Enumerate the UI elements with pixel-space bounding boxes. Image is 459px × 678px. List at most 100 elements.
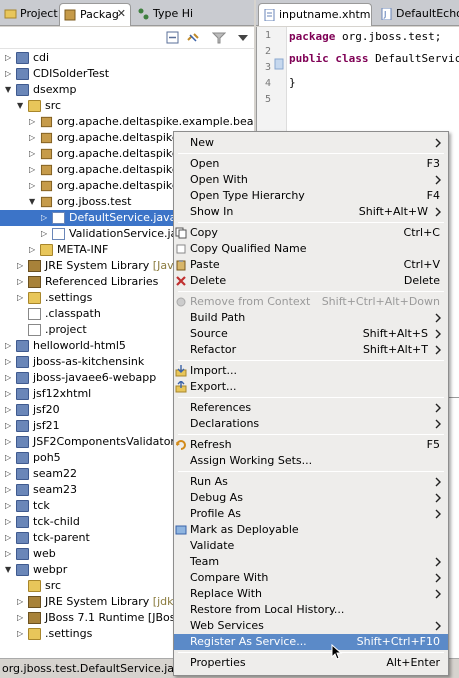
collapsed-twisty-icon[interactable]: ▷ [5, 421, 13, 431]
menu-item-profile-as[interactable]: Profile As [174, 506, 448, 522]
collapsed-twisty-icon[interactable]: ▷ [5, 389, 13, 399]
collapsed-twisty-icon[interactable]: ▷ [29, 149, 37, 159]
collapsed-twisty-icon[interactable]: ▷ [5, 533, 13, 543]
collapsed-twisty-icon[interactable]: ▷ [5, 453, 13, 463]
menu-item-shortcut: F4 [426, 189, 440, 202]
menu-item-replace-with[interactable]: Replace With [174, 586, 448, 602]
menu-item-import[interactable]: Import... [174, 363, 448, 379]
collapsed-twisty-icon[interactable]: ▷ [5, 357, 13, 367]
menu-item-show-in[interactable]: Show In Shift+Alt+W [174, 204, 448, 220]
menu-item-references[interactable]: References [174, 400, 448, 416]
project-icon [16, 340, 29, 352]
collapsed-twisty-icon[interactable]: ▷ [29, 133, 37, 143]
collapsed-twisty-icon[interactable]: ▷ [5, 373, 13, 383]
tree-item[interactable]: ▼ src [0, 98, 254, 114]
menu-item-web-services[interactable]: Web Services [174, 618, 448, 634]
tab-inputname-xhtml[interactable]: inputname.xhtml [258, 3, 372, 26]
tree-item-label: poh5 [33, 451, 61, 464]
menu-item-properties[interactable]: Properties Alt+Enter [174, 655, 448, 671]
tree-item-label: .classpath [45, 307, 101, 320]
collapsed-twisty-icon[interactable]: ▷ [41, 213, 49, 223]
collapsed-twisty-icon[interactable]: ▷ [5, 341, 13, 351]
menu-item-validate[interactable]: Validate [174, 538, 448, 554]
collapsed-twisty-icon[interactable]: ▷ [17, 261, 25, 271]
menu-item-restore-from-local-history[interactable]: Restore from Local History... [174, 602, 448, 618]
collapsed-twisty-icon[interactable]: ▷ [5, 485, 13, 495]
menu-item-delete[interactable]: Delete Delete [174, 273, 448, 289]
tree-item[interactable]: ▷ CDISolderTest [0, 66, 254, 82]
menu-item-team[interactable]: Team [174, 554, 448, 570]
menu-item-open-with[interactable]: Open With [174, 172, 448, 188]
menu-item-label: Validate [190, 539, 235, 552]
collapsed-twisty-icon[interactable]: ▷ [5, 517, 13, 527]
menu-item-refactor[interactable]: Refactor Shift+Alt+T [174, 342, 448, 358]
expanded-twisty-icon[interactable]: ▼ [5, 85, 13, 95]
xhtml-file-icon [263, 8, 276, 22]
collapsed-twisty-icon[interactable]: ▷ [29, 181, 37, 191]
menu-item-declarations[interactable]: Declarations [174, 416, 448, 432]
collapsed-twisty-icon[interactable]: ▷ [5, 501, 13, 511]
package-icon [40, 132, 53, 144]
expanded-twisty-icon[interactable]: ▼ [17, 101, 25, 111]
tree-item[interactable]: ▷ cdi [0, 50, 254, 66]
filter-icon[interactable] [211, 31, 227, 44]
collapse-all-icon[interactable] [166, 31, 180, 44]
menu-item-refresh[interactable]: Refresh F5 [174, 437, 448, 453]
expanded-twisty-icon[interactable]: ▼ [29, 197, 37, 207]
collapsed-twisty-icon[interactable]: ▷ [29, 165, 37, 175]
menu-item-source[interactable]: Source Shift+Alt+S [174, 326, 448, 342]
tab-type-hierarchy[interactable]: Type Hi [133, 3, 193, 26]
package-explorer-toolbar [0, 27, 254, 49]
menu-item-label: Refresh [190, 438, 232, 451]
menu-item-label: Mark as Deployable [190, 523, 299, 536]
menu-item-open-type-hierarchy[interactable]: Open Type Hierarchy F4 [174, 188, 448, 204]
project-icon [16, 532, 29, 544]
menu-item-paste[interactable]: Paste Ctrl+V [174, 257, 448, 273]
code-line-3: public class DefaultService i [289, 52, 459, 65]
line-number: 4 [264, 78, 271, 89]
link-with-editor-icon[interactable] [186, 31, 200, 44]
collapsed-twisty-icon[interactable]: ▷ [17, 629, 25, 639]
collapsed-twisty-icon[interactable]: ▷ [17, 293, 25, 303]
tab-default-echo-service[interactable]: J DefaultEchoSe [376, 3, 459, 26]
menu-item-compare-with[interactable]: Compare With [174, 570, 448, 586]
menu-item-debug-as[interactable]: Debug As [174, 490, 448, 506]
collapsed-twisty-icon[interactable]: ▷ [5, 405, 13, 415]
code-text: DefaultService i [375, 52, 459, 65]
menu-item-copy[interactable]: Copy Ctrl+C [174, 225, 448, 241]
menu-item-copy-qualified-name[interactable]: Copy Qualified Name [174, 241, 448, 257]
collapsed-twisty-icon[interactable]: ▷ [5, 437, 13, 447]
collapsed-twisty-icon[interactable]: ▷ [5, 469, 13, 479]
menu-item-new[interactable]: New [174, 135, 448, 151]
collapsed-twisty-icon[interactable]: ▷ [17, 597, 25, 607]
menu-item-open[interactable]: Open F3 [174, 156, 448, 172]
menu-item-mark-as-deployable[interactable]: Mark as Deployable [174, 522, 448, 538]
expanded-twisty-icon[interactable]: ▼ [5, 565, 13, 575]
menu-item-export[interactable]: Export... [174, 379, 448, 395]
tab-package-explorer[interactable]: Packag ✕ [59, 3, 131, 26]
collapsed-twisty-icon[interactable]: ▷ [41, 229, 49, 239]
collapsed-twisty-icon[interactable]: ▷ [5, 69, 13, 79]
collapsed-twisty-icon[interactable]: ▷ [29, 117, 37, 127]
tree-item[interactable]: ▼ dsexmp [0, 82, 254, 98]
menu-item-label: Delete [190, 274, 227, 287]
menu-item-register-as-service[interactable]: Register As Service... Shift+Ctrl+F10 [174, 634, 448, 650]
tree-item[interactable]: ▷ org.apache.deltaspike.example.beanman [0, 114, 254, 130]
collapsed-twisty-icon[interactable]: ▷ [17, 613, 25, 623]
menu-item-assign-working-sets[interactable]: Assign Working Sets... [174, 453, 448, 469]
collapsed-twisty-icon[interactable]: ▷ [5, 549, 13, 559]
collapsed-twisty-icon[interactable]: ▷ [17, 277, 25, 287]
tree-item-label: tck-child [33, 515, 80, 528]
collapsed-twisty-icon[interactable]: ▷ [29, 245, 37, 255]
tab-project-explorer[interactable]: Project [0, 3, 58, 26]
view-menu-icon[interactable] [236, 31, 250, 44]
remove-context-icon [175, 296, 187, 308]
menu-item-shortcut: Shift+Alt+T [362, 343, 428, 356]
menu-item-label: Export... [190, 380, 237, 393]
menu-item-run-as[interactable]: Run As [174, 474, 448, 490]
java-file-icon [52, 228, 65, 240]
menu-item-label: Import... [190, 364, 237, 377]
menu-item-build-path[interactable]: Build Path [174, 310, 448, 326]
collapsed-twisty-icon[interactable]: ▷ [5, 53, 13, 63]
close-icon[interactable]: ✕ [117, 7, 126, 20]
